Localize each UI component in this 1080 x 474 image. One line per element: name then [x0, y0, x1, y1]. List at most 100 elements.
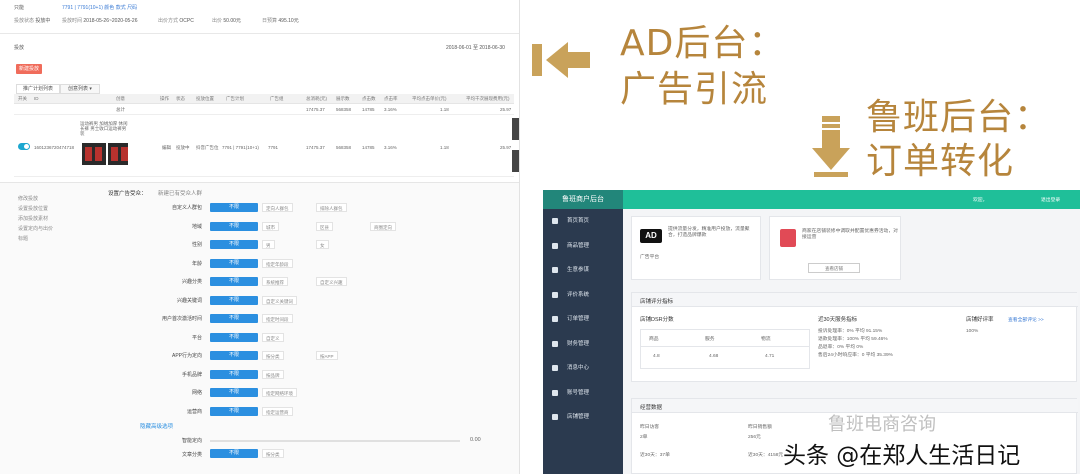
targeting-option[interactable]: 按品牌 [262, 369, 284, 379]
luban-backend-panel: 欢迎， 退出登录 鲁班商户后台 首页首页 商品管理 生意参谋 评价系统 订单管理 财务管理… [543, 190, 1080, 474]
total-cpm: 25.97 [500, 107, 512, 112]
watermark-wechat: 鲁班电商咨询 [828, 414, 936, 435]
sidenav-item[interactable]: 添加投放素材 [18, 215, 48, 222]
targeting-option[interactable]: 商圈定向 [370, 221, 396, 231]
screenshot-root: 只能 7791 | 7791(10+1) 颜色 款式 尺码 投放状态 投放中 投… [0, 0, 1080, 474]
plan-toggle[interactable] [18, 143, 30, 150]
sidenav-item[interactable]: 修改投放 [18, 195, 38, 202]
menu-icon [552, 242, 558, 249]
score-table: 商品 服务 物流 4.8 4.68 4.71 [640, 329, 810, 369]
arrow-down-icon [812, 116, 850, 177]
unlimited-button[interactable]: 不限 [210, 369, 258, 379]
unlimited-button[interactable]: 不限 [210, 277, 258, 286]
account-name[interactable]: 欢迎， [973, 196, 987, 203]
targeting-option[interactable]: 排除人群包 [316, 203, 347, 212]
targeting-option[interactable]: 城市 [262, 221, 279, 231]
targeting-option[interactable]: 自定义兴趣 [316, 277, 347, 286]
sidenav-item[interactable]: 设置投放位置 [18, 205, 48, 212]
score-val: 4.68 [709, 354, 719, 359]
targeting-option[interactable]: 区县 [316, 221, 333, 231]
row-group[interactable]: 7791 [268, 145, 278, 150]
total-cost: 17475.37 [306, 107, 325, 112]
sidenav-item[interactable]: 设置定向与出价 [18, 225, 53, 232]
unlimited-button[interactable]: 不限 [210, 203, 258, 212]
product-line[interactable]: 7791 | 7791(10+1) 颜色 款式 尺码 [62, 4, 137, 11]
product-title[interactable]: 运动裤男 加绒加厚 休闲长裤 男士收口运动裤男装 [80, 121, 128, 136]
score-val: 4.8 [653, 354, 660, 359]
targeting-option[interactable]: 自定义关键词 [262, 295, 297, 305]
column-header: 投放位置 [196, 96, 214, 101]
total-ctr: 3.16% [384, 107, 397, 112]
rate-line: 品退率：0% 平均 0% [818, 345, 864, 350]
targeting-option[interactable]: 指定运营商 [262, 406, 293, 416]
article-category-option[interactable]: 按分类 [262, 449, 284, 458]
unlimited-button[interactable]: 不限 [210, 406, 258, 416]
unlimited-button[interactable]: 不限 [210, 240, 258, 249]
ops-30d-sales: 近30天：4158元 [748, 453, 784, 458]
unlimited-button[interactable]: 不限 [210, 351, 258, 360]
sidebar-item[interactable]: 订单管理 [543, 310, 623, 328]
article-unlimited-button[interactable]: 不限 [210, 449, 258, 458]
sidebar-item[interactable]: 财务管理 [543, 335, 623, 353]
unlimited-button[interactable]: 不限 [210, 295, 258, 305]
sidebar-item[interactable]: 账号管理 [543, 384, 623, 402]
unlimited-button[interactable]: 不限 [210, 332, 258, 342]
targeting-option[interactable]: 定向人群包 [262, 203, 293, 212]
menu-icon [552, 267, 558, 273]
row-plan[interactable]: 7791 | 7791(10+1) [222, 145, 259, 150]
total-cpc: 1.18 [440, 107, 449, 112]
targeting-option[interactable]: 自定义 [262, 332, 284, 342]
logout-link[interactable]: 退出登录 [1041, 196, 1060, 203]
product-thumbnail-2[interactable] [108, 143, 128, 165]
view-comments-link[interactable]: 查看全部评论 >> [1008, 316, 1044, 323]
column-header: 创意 [116, 96, 125, 101]
edit-link[interactable]: 编辑 [162, 145, 171, 151]
sidenav-item[interactable]: 标题 [18, 235, 28, 242]
sidebar-item[interactable]: 首页首页 [543, 212, 623, 230]
rate-line: 退款处理率：100% 平均 59.46% [818, 337, 888, 342]
date-range[interactable]: 2018-06-01 至 2018-06-30 [446, 44, 505, 51]
unlimited-button[interactable]: 不限 [210, 258, 258, 268]
smart-slider[interactable] [210, 440, 460, 442]
daily-budget: 日预算 495.10元 [262, 18, 299, 24]
product-thumbnail[interactable] [82, 143, 106, 165]
unlimited-button[interactable]: 不限 [210, 221, 258, 231]
tab-creative-list[interactable]: 创意列表 ▾ [60, 84, 100, 94]
targeting-label: 兴趣关键词 [176, 297, 202, 304]
column-header: 操作 [160, 96, 169, 101]
view-shop-button[interactable]: 查看店铺 [808, 263, 860, 273]
targeting-option[interactable]: 指定年龄段 [262, 258, 293, 268]
targeting-option[interactable]: 男 [262, 240, 275, 249]
unlimited-button[interactable]: 不限 [210, 314, 258, 323]
column-header: 点击率 [384, 96, 398, 101]
total-label: 总计 [116, 107, 125, 112]
coupon-card[interactable]: 商家在店铺装修中调取并配置优惠券活动，对接运营 查看店铺 [769, 216, 901, 280]
sidebar-item[interactable]: 评价系统 [543, 286, 623, 304]
rate-line: 投诉处理率：0% 平均 91.15% [818, 329, 883, 334]
targeting-option[interactable]: 指定时间段 [262, 314, 293, 323]
ad-card-text: 提供流量分发，精准用户投放，流量聚合，打造品牌爆款 [668, 227, 750, 238]
unlimited-button[interactable]: 不限 [210, 388, 258, 397]
tab-plan-list[interactable]: 推广计划列表 [16, 84, 60, 94]
sidebar-item[interactable]: 生意参谋 [543, 261, 623, 279]
menu-icon [552, 340, 558, 347]
targeting-option[interactable]: 按分类 [262, 351, 284, 360]
setting-hint[interactable]: 新建已有受众人群 [158, 189, 202, 197]
sidebar-item[interactable]: 店铺管理 [543, 408, 623, 426]
table-total-row: 总计 17475.37 568358 14785 3.16% 1.18 25.9… [14, 104, 514, 115]
targeting-option[interactable]: 按APP [316, 351, 338, 360]
sidebar-item-label: 评价系统 [567, 291, 590, 298]
sidebar-item[interactable]: 消息中心 [543, 359, 623, 377]
targeting-option[interactable]: 指定网络环境 [262, 388, 297, 397]
side-image [512, 118, 519, 140]
hidden-section-toggle[interactable]: 隐藏高级选项 [140, 422, 173, 430]
sidebar-item-label: 财务管理 [567, 340, 590, 347]
new-plan-button[interactable]: 新建投放 [16, 64, 42, 74]
ad-platform-card[interactable]: AD 提供流量分发，精准用户投放，流量聚合，打造品牌爆款 广告平台 [631, 216, 761, 280]
row-clicks: 14785 [362, 145, 375, 150]
targeting-option[interactable]: 女 [316, 240, 329, 249]
sidebar-item[interactable]: 商品管理 [543, 237, 623, 255]
targeting-option[interactable]: 系统推荐 [262, 277, 288, 286]
targeting-label: APP行为定向 [171, 353, 202, 359]
score-val: 4.71 [765, 354, 775, 359]
